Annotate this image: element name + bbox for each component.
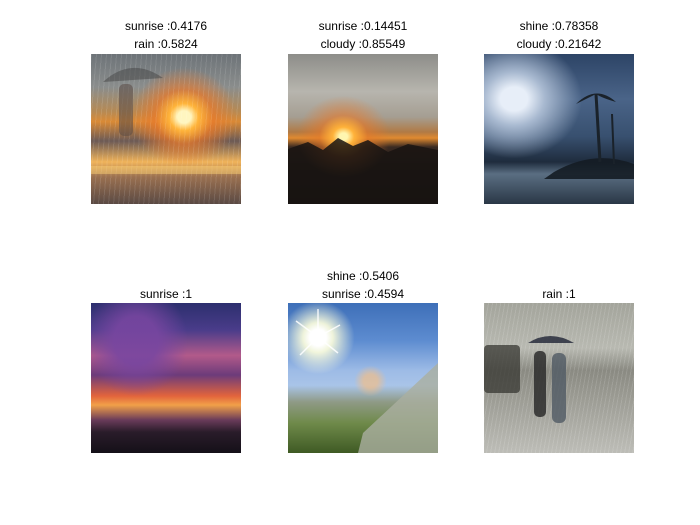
panel-2: sunrise :0.14451 cloudy :0.85549 <box>288 17 438 204</box>
caption-line-2: cloudy :0.21642 <box>516 37 602 51</box>
weather-image-sunrise-rain <box>91 54 241 204</box>
sun-glare-icon <box>295 309 438 453</box>
weather-image-shine-sunrise <box>288 303 438 453</box>
hills-silhouette-icon <box>288 138 438 204</box>
caption-line-2: cloudy :0.85549 <box>320 37 406 51</box>
caption-line-1: sunrise :1 <box>139 287 193 301</box>
weather-image-rain <box>484 303 634 453</box>
panel-6: rain :1 <box>484 285 634 453</box>
weather-image-sunrise <box>91 303 241 453</box>
people-umbrella-icon <box>484 336 574 423</box>
weather-image-sunrise-cloudy <box>288 54 438 204</box>
weather-image-shine-cloudy <box>484 54 634 204</box>
umbrella-person-icon <box>91 67 241 174</box>
caption-line-1: shine :0.5406 <box>326 269 400 283</box>
figure: { "panels": [ { "lines": ["sunrise :0.41… <box>0 0 700 525</box>
caption-line-2: rain :0.5824 <box>134 37 198 51</box>
panel-5: shine :0.5406 sunrise :0.4594 <box>288 267 438 453</box>
caption-line-1: sunrise :0.4176 <box>124 19 208 33</box>
panel-1: sunrise :0.4176 rain :0.5824 <box>91 17 241 204</box>
island-trees-icon <box>544 93 634 179</box>
caption-line-1: rain :1 <box>542 287 576 301</box>
caption-line-2: sunrise :0.4594 <box>321 287 405 301</box>
panel-4: sunrise :1 <box>91 285 241 453</box>
panel-3: shine :0.78358 cloudy :0.21642 <box>484 17 634 204</box>
caption-line-1: sunrise :0.14451 <box>318 19 408 33</box>
caption-line-1: shine :0.78358 <box>519 19 599 33</box>
